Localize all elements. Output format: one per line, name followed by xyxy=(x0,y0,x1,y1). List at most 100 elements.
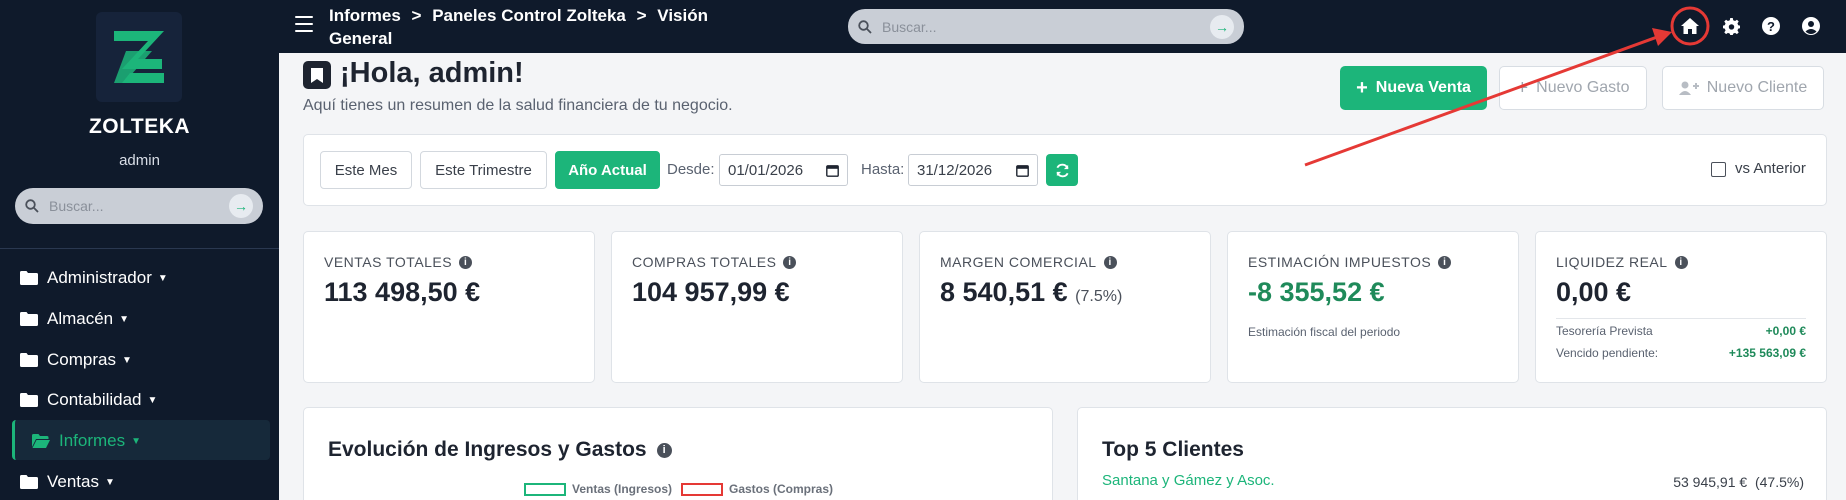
plus-icon: + xyxy=(1356,76,1368,99)
caret-down-icon: ▼ xyxy=(121,354,132,366)
kpi-value: 0,00 € xyxy=(1556,277,1632,307)
sidebar-username: admin xyxy=(119,152,160,169)
caret-down-icon: ▼ xyxy=(105,476,115,488)
kpi-label-text: VENTAS TOTALES xyxy=(324,254,453,270)
new-expense-button[interactable]: + Nuevo Gasto xyxy=(1499,66,1647,110)
caret-down-icon: ▼ xyxy=(119,313,130,325)
sidebar-item-informes[interactable]: Informes ▼ xyxy=(32,431,141,451)
sidebar-item-almacen[interactable]: Almacén ▼ xyxy=(20,309,129,329)
brand-logo[interactable] xyxy=(96,12,182,102)
breadcrumb-item[interactable]: Informes xyxy=(329,6,401,25)
from-date-input[interactable]: 01/01/2026 xyxy=(719,154,848,186)
client-link[interactable]: Santana y Gámez y Asoc. xyxy=(1102,472,1275,489)
legend-swatch xyxy=(681,482,723,496)
bookmark-badge xyxy=(303,61,331,89)
chevron-right-icon: > xyxy=(411,6,422,25)
kpi-label: LIQUIDEZ REAL i xyxy=(1556,254,1688,270)
kpi-card-taxes: ESTIMACIÓN IMPUESTOS i -8 355,52 € Estima… xyxy=(1227,231,1519,383)
info-icon[interactable]: i xyxy=(656,442,672,458)
folder-icon xyxy=(20,393,38,407)
sidebar-item-ventas[interactable]: Ventas ▼ xyxy=(20,472,115,492)
sidebar-item-label: Ventas xyxy=(47,472,99,491)
kpi-value: 113 498,50 € xyxy=(324,277,481,307)
kpi-detail-value: +135 563,09 € xyxy=(1728,346,1806,360)
page-subtitle: Aquí tienes un resumen de la salud finan… xyxy=(303,97,733,114)
kpi-divider xyxy=(1556,318,1806,319)
info-icon[interactable]: i xyxy=(459,255,473,269)
new-sale-button[interactable]: + Nueva Venta xyxy=(1340,66,1487,110)
filter-current-year-button[interactable]: Año Actual xyxy=(555,151,660,189)
legend-item-expenses[interactable]: Gastos (Compras) xyxy=(681,482,833,496)
breadcrumb: Informes > Paneles Control Zolteka > Vis… xyxy=(329,4,729,50)
breadcrumb-item[interactable]: Paneles Control Zolteka xyxy=(432,6,626,25)
sidebar-search-go-button[interactable]: → xyxy=(229,194,253,218)
sidebar: ZOLTEKA admin Buscar... → Administrador … xyxy=(0,0,279,500)
sidebar-item-label: Informes xyxy=(59,431,126,450)
info-icon[interactable]: i xyxy=(1103,255,1117,269)
bookmark-icon xyxy=(311,67,323,83)
plus-icon: + xyxy=(1516,76,1529,99)
sidebar-item-label: Compras xyxy=(47,350,116,369)
to-date-input[interactable]: 31/12/2026 xyxy=(908,154,1038,186)
refresh-icon xyxy=(1055,163,1069,177)
kpi-label: MARGEN COMERCIAL i xyxy=(940,254,1117,270)
sidebar-item-label: Administrador xyxy=(47,268,152,287)
kpi-value: -8 355,52 € xyxy=(1248,277,1385,307)
chart-title-text: Evolución de Ingresos y Gastos xyxy=(328,438,647,461)
sidebar-item-administrador[interactable]: Administrador ▼ xyxy=(20,268,168,288)
new-client-button[interactable]: Nuevo Cliente xyxy=(1662,66,1824,110)
info-icon[interactable]: i xyxy=(1438,255,1452,269)
search-icon xyxy=(25,199,39,213)
settings-button[interactable] xyxy=(1720,15,1742,37)
search-icon xyxy=(858,19,872,34)
kpi-detail-label: Tesorería Prevista xyxy=(1556,324,1653,338)
global-search[interactable]: Buscar... → xyxy=(848,9,1244,44)
info-icon[interactable]: i xyxy=(783,255,797,269)
help-button[interactable]: ? xyxy=(1760,15,1782,37)
home-button[interactable] xyxy=(1679,15,1701,37)
kpi-label-text: MARGEN COMERCIAL xyxy=(940,254,1097,270)
kpi-label: VENTAS TOTALES i xyxy=(324,254,473,270)
top-clients-card: Top 5 Clientes Santana y Gámez y Asoc. 5… xyxy=(1077,407,1827,500)
kpi-card-purchases: COMPRAS TOTALES i 104 957,99 € xyxy=(611,231,903,383)
legend-item-sales[interactable]: Ventas (Ingresos) xyxy=(524,482,672,496)
legend-swatch xyxy=(524,482,566,496)
folder-open-icon xyxy=(32,434,50,448)
caret-down-icon: ▼ xyxy=(147,394,158,406)
kpi-label: ESTIMACIÓN IMPUESTOS i xyxy=(1248,254,1452,270)
global-search-input[interactable]: Buscar... xyxy=(882,19,1210,35)
info-icon[interactable]: i xyxy=(1674,255,1688,269)
folder-icon xyxy=(20,312,38,326)
filter-this-month-button[interactable]: Este Mes xyxy=(320,151,412,189)
folder-icon xyxy=(20,353,38,367)
caret-down-icon: ▼ xyxy=(131,435,142,447)
brand-name: ZOLTEKA xyxy=(88,115,191,138)
filter-this-quarter-button[interactable]: Este Trimestre xyxy=(420,151,547,189)
arrow-right-icon: → xyxy=(1215,18,1229,35)
menu-toggle-icon[interactable] xyxy=(295,16,313,34)
kpi-detail-label: Vencido pendiente: xyxy=(1556,346,1659,360)
kpi-percentage: (7.5%) xyxy=(1075,288,1123,305)
gear-icon xyxy=(1722,17,1740,35)
global-search-go-button[interactable]: → xyxy=(1210,14,1234,39)
sidebar-search[interactable]: Buscar... → xyxy=(15,188,263,224)
sidebar-search-input[interactable]: Buscar... xyxy=(49,198,229,214)
legend-label: Ventas (Ingresos) xyxy=(572,482,673,496)
help-icon: ? xyxy=(1762,17,1780,35)
chart-title: Evolución de Ingresos y Gastos i xyxy=(328,438,672,462)
refresh-button[interactable] xyxy=(1046,154,1078,186)
compare-label: vs Anterior xyxy=(1735,160,1806,177)
new-sale-label: Nueva Venta xyxy=(1375,79,1471,96)
calendar-icon[interactable] xyxy=(826,164,839,177)
arrow-right-icon: → xyxy=(234,198,248,214)
kpi-detail-value: +0,00 € xyxy=(1765,324,1806,338)
kpi-label: COMPRAS TOTALES i xyxy=(632,254,797,270)
user-menu-button[interactable] xyxy=(1800,15,1822,37)
calendar-icon[interactable] xyxy=(1016,164,1029,177)
to-date-value: 31/12/2026 xyxy=(917,161,993,179)
sidebar-item-contabilidad[interactable]: Contabilidad ▼ xyxy=(20,390,157,410)
folder-icon xyxy=(20,271,38,285)
kpi-card-sales: VENTAS TOTALES i 113 498,50 € xyxy=(303,231,595,383)
compare-checkbox[interactable] xyxy=(1711,162,1726,177)
sidebar-item-compras[interactable]: Compras ▼ xyxy=(20,350,132,370)
